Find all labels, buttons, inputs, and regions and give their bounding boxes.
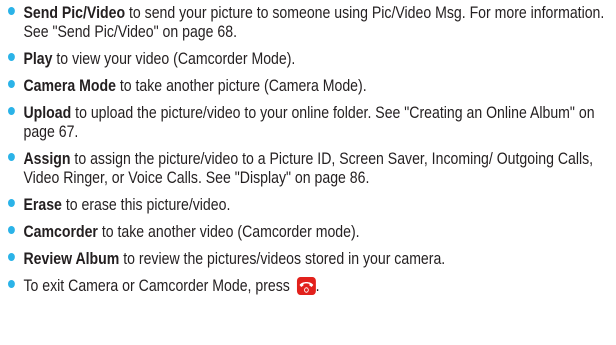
item-text: to view your video (Camcorder Mode). — [52, 50, 296, 68]
bullet-icon — [8, 253, 15, 261]
list-item-upload: Upload to upload the picture/video to yo… — [8, 104, 616, 142]
item-term: Review Album — [23, 250, 120, 268]
bullet-icon — [8, 280, 15, 288]
item-term: Camera Mode — [23, 77, 116, 95]
bullet-icon — [8, 199, 15, 207]
exit-period: . — [315, 277, 320, 295]
item-text: to take another video (Camcorder mode). — [97, 223, 360, 241]
list-item-exit: To exit Camera or Camcorder Mode, press. — [8, 277, 616, 296]
bullet-icon — [8, 53, 15, 61]
item-text: to erase this picture/video. — [61, 196, 231, 214]
list-item-send-pic-video: Send Pic/Video to send your picture to s… — [8, 4, 616, 42]
list-item-camcorder: Camcorder to take another video (Camcord… — [8, 223, 616, 242]
bullet-icon — [8, 153, 15, 161]
exit-text: To exit Camera or Camcorder Mode, press — [23, 277, 290, 295]
item-term: Camcorder — [23, 223, 98, 241]
list-item-assign: Assign to assign the picture/video to a … — [8, 150, 616, 188]
instruction-list: Send Pic/Video to send your picture to s… — [8, 4, 608, 304]
item-text: to take another picture (Camera Mode). — [115, 77, 367, 95]
item-term: Send Pic/Video — [23, 4, 126, 22]
item-term: Play — [23, 50, 53, 68]
item-text: to assign the picture/video to a Picture… — [23, 150, 594, 187]
item-term: Upload — [23, 104, 72, 122]
item-text: to review the pictures/videos stored in … — [119, 250, 446, 268]
end-key-icon — [296, 277, 316, 295]
item-term: Assign — [23, 150, 71, 168]
bullet-icon — [8, 80, 15, 88]
list-item-erase: Erase to erase this picture/video. — [8, 196, 616, 215]
list-item-review-album: Review Album to review the pictures/vide… — [8, 250, 616, 269]
list-item-play: Play to view your video (Camcorder Mode)… — [8, 50, 616, 69]
list-item-camera-mode: Camera Mode to take another picture (Cam… — [8, 77, 616, 96]
item-text: to upload the picture/video to your onli… — [23, 104, 595, 141]
item-term: Erase — [23, 196, 62, 214]
bullet-icon — [8, 226, 15, 234]
bullet-icon — [8, 7, 15, 15]
bullet-icon — [8, 107, 15, 115]
